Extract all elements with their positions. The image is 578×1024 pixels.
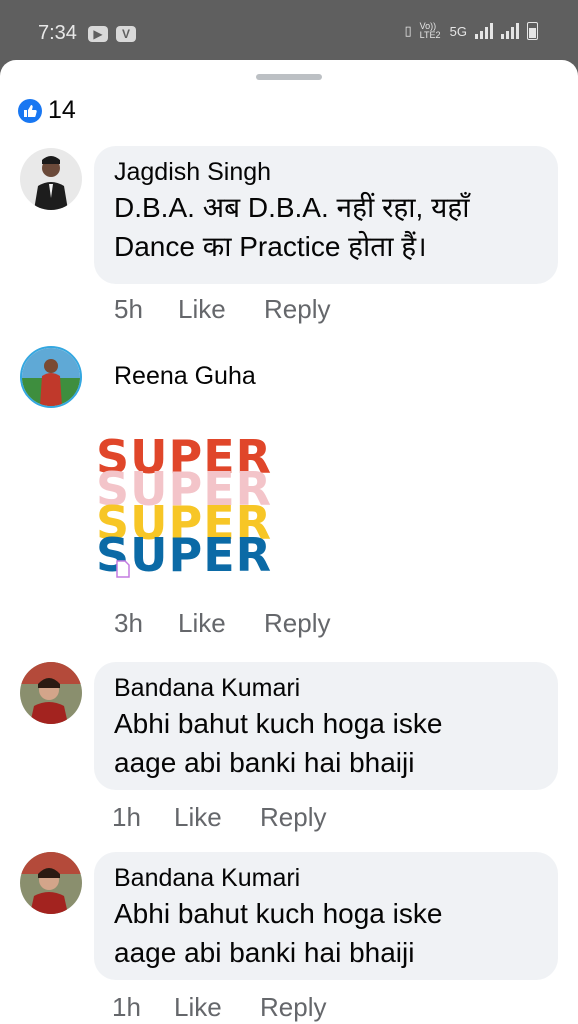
like-button[interactable]: Like — [174, 992, 260, 1023]
avatar[interactable] — [20, 852, 82, 914]
comment-actions: 1h Like Reply — [112, 802, 326, 833]
status-time: 7:34 — [38, 22, 77, 44]
avatar[interactable] — [20, 662, 82, 724]
comment-actions: 5h Like Reply — [114, 294, 330, 325]
reply-button[interactable]: Reply — [260, 992, 326, 1023]
reaction-summary[interactable]: 14 — [18, 96, 76, 125]
network-type: 5G — [449, 23, 467, 39]
reaction-count: 14 — [48, 96, 76, 124]
comment-text-line: aage abi banki hai bhaiji — [114, 937, 415, 968]
signal-icon — [475, 23, 493, 39]
status-indicators: ▯ Vo)) LTE2 5G — [404, 21, 538, 40]
status-bar: 7:34 ▶ V ▯ Vo)) LTE2 5G — [0, 0, 578, 66]
comment-text-line: Abhi bahut kuch hoga iske — [114, 898, 443, 929]
comment-author[interactable]: Reena Guha — [114, 360, 256, 392]
avatar[interactable] — [20, 148, 82, 210]
comment-author[interactable]: Jagdish Singh — [114, 156, 538, 188]
drag-handle[interactable] — [256, 74, 322, 80]
comment-text-line: Abhi bahut kuch hoga iske — [114, 708, 443, 739]
comment-text-line: D.B.A. अब D.B.A. नहीं रहा, यहाँ — [114, 192, 470, 223]
reply-button[interactable]: Reply — [264, 294, 330, 325]
signal-icon-2 — [501, 23, 519, 39]
comment-bubble[interactable]: Bandana Kumari Abhi bahut kuch hoga iske… — [94, 852, 558, 980]
comments-sheet: 14 Jagdish Singh D.B.A. अब D.B.A. नहीं र… — [0, 60, 578, 1024]
battery-icon — [527, 22, 538, 40]
network-label: Vo)) LTE2 — [419, 21, 441, 40]
thumbs-up-icon — [18, 98, 42, 123]
comment-author[interactable]: Bandana Kumari — [114, 862, 538, 894]
comment-time: 3h — [114, 608, 143, 638]
like-button[interactable]: Like — [178, 294, 264, 325]
reply-button[interactable]: Reply — [260, 802, 326, 833]
v-app-icon: V — [116, 26, 136, 42]
avatar[interactable] — [20, 346, 82, 408]
comment-time: 1h — [112, 802, 141, 832]
sticker-file-icon — [116, 560, 130, 578]
like-button[interactable]: Like — [174, 802, 260, 833]
sticker[interactable]: SUPER SUPER SUPER SUPER — [96, 434, 291, 584]
comment-bubble[interactable]: Jagdish Singh D.B.A. अब D.B.A. नहीं रहा,… — [94, 146, 558, 284]
comment-actions: 1h Like Reply — [112, 992, 326, 1023]
reply-button[interactable]: Reply — [264, 608, 330, 639]
like-button[interactable]: Like — [178, 608, 264, 639]
comment-time: 1h — [112, 992, 141, 1022]
comment-actions: 3h Like Reply — [114, 608, 330, 639]
comment-text-line: aage abi banki hai bhaiji — [114, 747, 415, 778]
comment-bubble[interactable]: Bandana Kumari Abhi bahut kuch hoga iske… — [94, 662, 558, 790]
vibrate-icon: ▯ — [404, 23, 412, 38]
youtube-icon: ▶ — [88, 26, 108, 42]
comment-time: 5h — [114, 294, 143, 324]
comment-author[interactable]: Bandana Kumari — [114, 672, 538, 704]
comment-text-line: Dance का Practice होता हैं। — [114, 231, 427, 262]
